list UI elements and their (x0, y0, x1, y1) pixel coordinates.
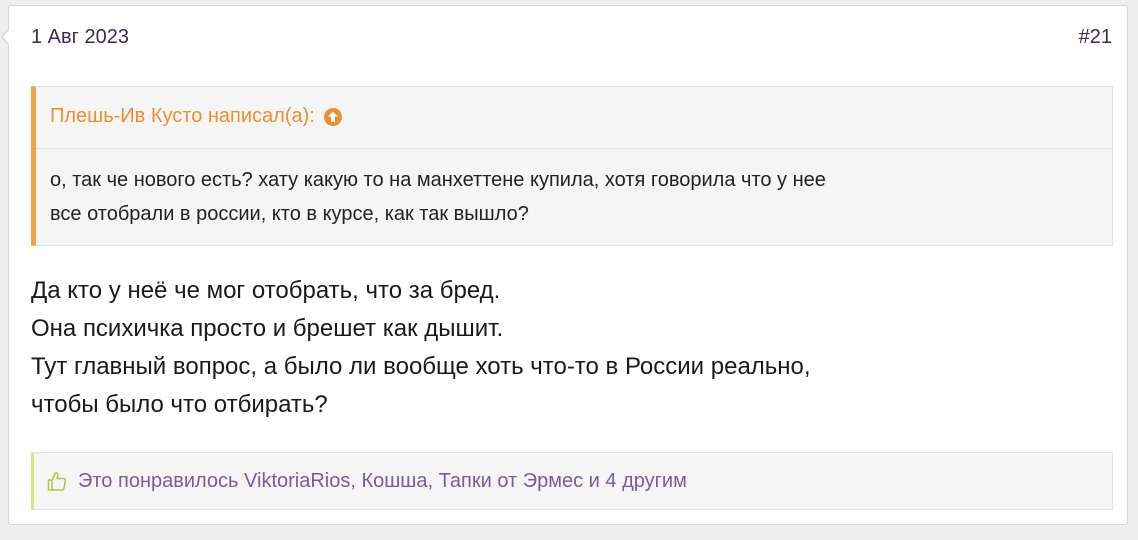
quote-line: о, так че нового есть? хату какую то на … (50, 169, 826, 191)
thumbs-up-icon (46, 470, 68, 492)
quote-divider (36, 148, 1112, 149)
quote-line: все отобрали в россии, кто в курсе, как … (50, 203, 529, 225)
forum-post: 1 Авг 2023 #21 Плешь-Ив Кусто написал(а)… (1, 5, 1128, 525)
message-line: Да кто у неё че мог отобрать, что за бре… (31, 277, 501, 304)
message-line: Тут главный вопрос, а было ли вообще хот… (31, 353, 811, 380)
post-pointer-arrow-fill (3, 29, 10, 45)
message-line: Она психичка просто и брешет как дышит. (31, 315, 504, 342)
likes-summary: Это понравилось ViktoriaRios, Кошша, Тап… (31, 452, 1113, 510)
quote-author-link[interactable]: Плешь-Ив Кусто написал(а): (50, 105, 315, 128)
likes-text-link[interactable]: Это понравилось ViktoriaRios, Кошша, Тап… (78, 470, 687, 493)
post-permalink-number[interactable]: #21 (1079, 26, 1112, 49)
post-message: Да кто у неё че мог отобрать, что за бре… (31, 272, 1111, 424)
message-line: чтобы было что отбирать? (31, 391, 328, 418)
post-date-link[interactable]: 1 Авг 2023 (31, 26, 129, 49)
quote-block: Плешь-Ив Кусто написал(а): о, так че нов… (31, 86, 1113, 246)
quote-text: о, так че нового есть? хату какую то на … (50, 163, 1090, 231)
quote-header: Плешь-Ив Кусто написал(а): (50, 105, 343, 128)
circle-up-arrow-icon[interactable] (323, 107, 343, 127)
